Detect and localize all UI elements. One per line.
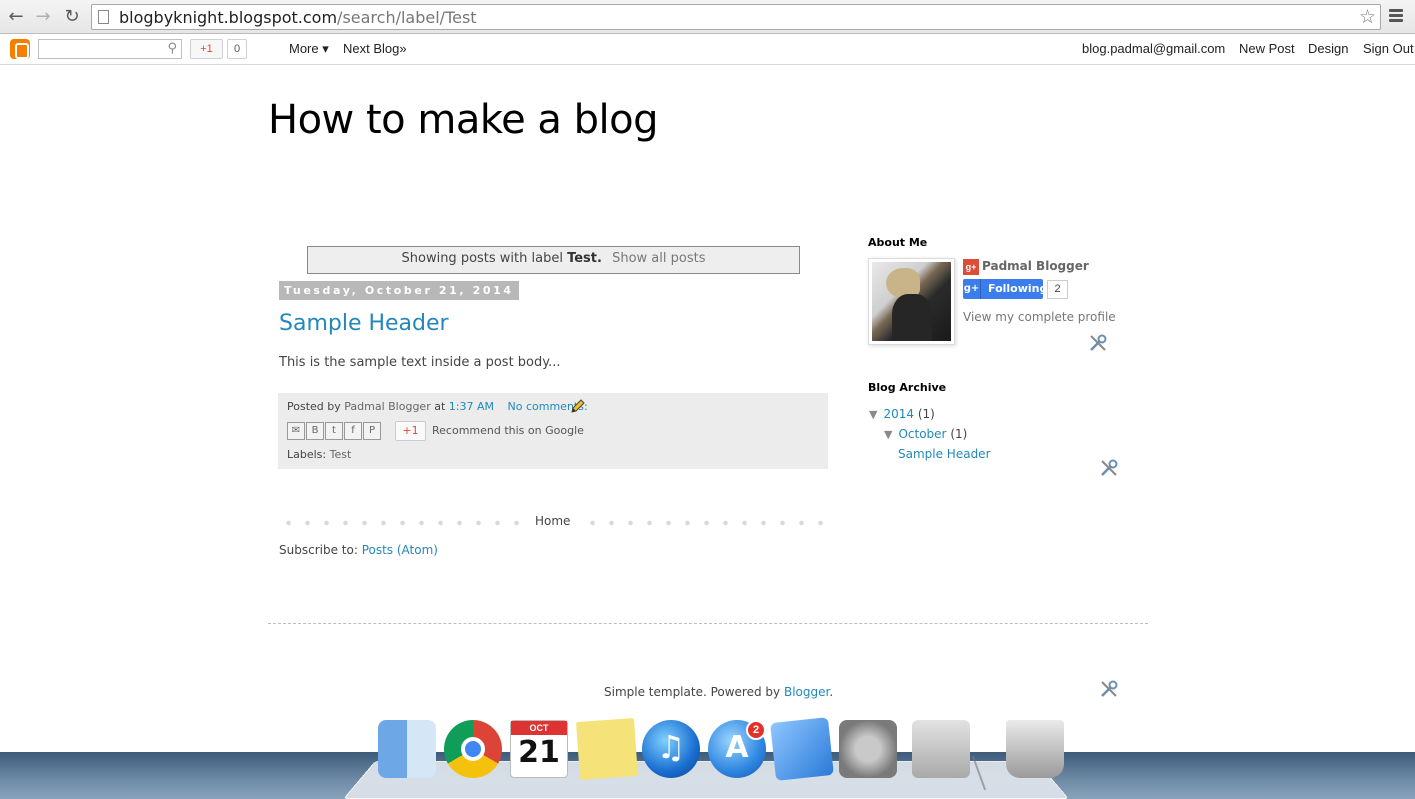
browser-toolbar: ← → ↻ blogbyknight.blogspot.com/search/l… (0, 0, 1415, 34)
gplus-count: 0 (227, 39, 247, 59)
archive-month-link[interactable]: October (898, 427, 946, 441)
sign-out-link[interactable]: Sign Out (1363, 41, 1414, 56)
gplus-small-icon: g+ (963, 279, 981, 299)
post-meta: Posted by Padmal Blogger at 1:37 AM No c… (287, 400, 588, 413)
following-button[interactable]: g+ Following (963, 279, 1047, 299)
blog-title[interactable]: How to make a blog (268, 97, 658, 143)
about-me-title: About Me (868, 236, 928, 249)
post-labels: Labels: Test (287, 448, 351, 461)
archive-year-count: (1) (917, 407, 935, 421)
blogger-link[interactable]: Blogger (784, 685, 829, 699)
app-store-badge: 2 (746, 720, 766, 740)
xcode-icon[interactable] (770, 717, 834, 781)
posts-atom-link[interactable]: Posts (Atom) (362, 543, 438, 557)
email-share-icon[interactable]: ✉ (287, 422, 305, 440)
status-prefix: Showing posts with label (401, 251, 563, 266)
blog-pager: Home (279, 514, 827, 530)
at-label: at (434, 400, 446, 413)
address-bar[interactable]: blogbyknight.blogspot.com/search/label/T… (91, 4, 1381, 30)
calendar-day: 21 (518, 735, 560, 770)
reload-icon[interactable]: ↻ (61, 6, 83, 28)
quick-edit-tools-icon[interactable] (1099, 679, 1119, 699)
chrome-menu-icon[interactable] (1389, 9, 1403, 23)
post-title-link[interactable]: Sample Header (279, 311, 449, 336)
system-preferences-icon[interactable] (839, 720, 897, 778)
design-link[interactable]: Design (1308, 41, 1348, 56)
more-menu[interactable]: More ▾ (289, 41, 329, 57)
bookmark-star-icon[interactable]: ☆ (1359, 6, 1376, 28)
show-all-posts-link[interactable]: Show all posts (612, 251, 705, 266)
post-footer: Posted by Padmal Blogger at 1:37 AM No c… (278, 393, 828, 469)
posted-by-label: Posted by (287, 400, 341, 413)
archive-year-row: ▼ 2014 (1) (869, 407, 935, 421)
trash-icon[interactable] (1006, 720, 1064, 778)
home-link[interactable]: Home (529, 514, 577, 528)
chrome-icon[interactable] (444, 720, 502, 778)
status-label: Test. (567, 251, 602, 266)
calendar-icon[interactable]: OCT 21 (510, 720, 568, 778)
back-icon[interactable]: ← (5, 6, 27, 28)
google-plus-icon: g+ (963, 259, 979, 275)
search-icon[interactable]: ⚲ (167, 41, 177, 56)
facebook-share-icon[interactable]: f (344, 422, 362, 440)
calculator-icon[interactable] (912, 720, 970, 778)
forward-icon[interactable]: → (32, 6, 54, 28)
navbar-search-input[interactable]: ⚲ (38, 39, 182, 59)
quick-edit-tools-icon[interactable] (1099, 458, 1119, 478)
post-body: This is the sample text inside a post bo… (279, 355, 561, 370)
next-blog-link[interactable]: Next Blog» (343, 41, 407, 56)
stickies-icon[interactable] (576, 718, 638, 780)
account-email[interactable]: blog.padmal@gmail.com (1082, 41, 1225, 56)
twitter-share-icon[interactable]: t (325, 422, 343, 440)
following-label: Following (988, 282, 1048, 295)
url-text[interactable]: blogbyknight.blogspot.com/search/label/T… (119, 8, 477, 27)
archive-month-row: ▼ October (1) (884, 427, 967, 441)
profile-avatar[interactable] (868, 258, 955, 345)
view-profile-link[interactable]: View my complete profile (963, 310, 1116, 324)
quick-edit-tools-icon[interactable] (1088, 333, 1108, 353)
author-link[interactable]: Padmal Blogger (344, 400, 430, 413)
attribution-suffix: . (829, 685, 834, 699)
blogthis-share-icon[interactable]: B (306, 422, 324, 440)
attribution: Simple template. Powered by Blogger. (604, 685, 833, 699)
blogger-navbar: ⚲ +1 0 More ▾ Next Blog» blog.padmal@gma… (0, 34, 1415, 65)
label-link-test[interactable]: Test (330, 448, 352, 461)
blog-archive-title: Blog Archive (868, 381, 947, 394)
subscribe-links: Subscribe to: Posts (Atom) (279, 543, 438, 557)
gplus-button[interactable]: +1 (190, 39, 223, 59)
gplus-share-button[interactable]: +1 (395, 421, 426, 441)
archive-month-count: (1) (950, 427, 968, 441)
url-host: blogbyknight.blogspot.com (119, 8, 338, 27)
profile-name-link[interactable]: Padmal Blogger (982, 259, 1089, 273)
subscribe-label: Subscribe to: (279, 543, 358, 557)
archive-year-link[interactable]: 2014 (883, 407, 914, 421)
labels-label: Labels: (287, 448, 327, 461)
follower-count: 2 (1047, 280, 1068, 299)
label-status-message: Showing posts with label Test. Show all … (307, 246, 800, 274)
collapse-toggle-icon[interactable]: ▼ (884, 428, 892, 441)
attribution-prefix: Simple template. Powered by (604, 685, 781, 699)
post-timestamp-link[interactable]: 1:37 AM (449, 400, 494, 413)
url-path: /search/label/Test (337, 8, 477, 27)
footer-divider (268, 623, 1148, 624)
blogger-logo-icon[interactable] (10, 39, 30, 59)
archive-post-row: Sample Header (898, 447, 991, 461)
calendar-month: OCT (511, 721, 567, 735)
recommend-text: Recommend this on Google (432, 424, 584, 437)
finder-icon[interactable] (378, 720, 436, 778)
collapse-toggle-icon[interactable]: ▼ (869, 408, 877, 421)
edit-pencil-icon[interactable] (570, 398, 586, 414)
post-date-header: Tuesday, October 21, 2014 (279, 281, 519, 300)
pinterest-share-icon[interactable]: P (363, 422, 381, 440)
new-post-link[interactable]: New Post (1239, 41, 1295, 56)
archive-post-link[interactable]: Sample Header (898, 447, 991, 461)
itunes-icon[interactable] (642, 720, 700, 778)
page-icon (98, 10, 109, 24)
